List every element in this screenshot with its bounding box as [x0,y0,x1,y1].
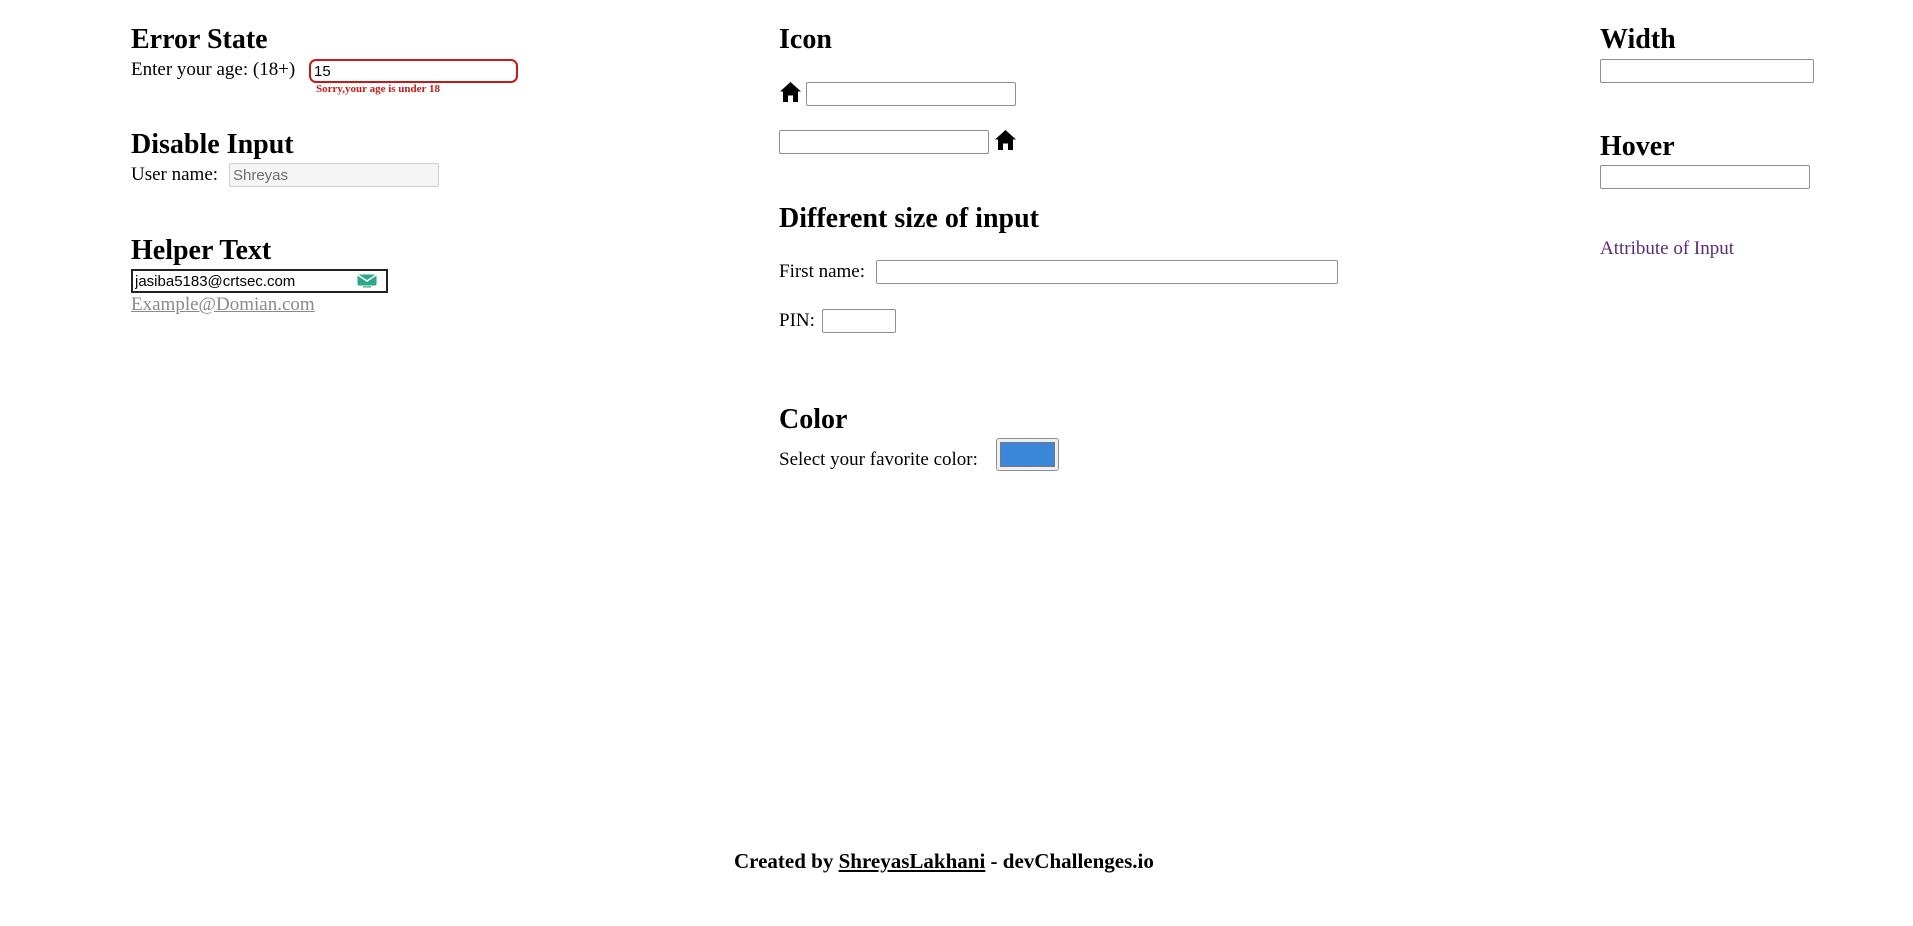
disable-input-title: Disable Input [131,129,294,160]
first-name-label: First name: [779,261,866,282]
footer-author-link[interactable]: ShreyasLakhani [839,849,986,873]
color-swatch-fill [1000,442,1055,467]
email-input[interactable] [133,272,347,290]
footer: Created by ShreyasLakhani - devChallenge… [734,849,1154,874]
icon-right-input[interactable] [779,130,989,154]
color-picker[interactable] [996,438,1059,471]
color-label: Select your favorite color: [779,449,978,470]
icon-left-input[interactable] [806,82,1016,106]
width-input[interactable] [1600,59,1814,83]
first-name-input[interactable] [876,260,1338,284]
pin-input[interactable] [822,309,896,333]
mail-icon [357,274,377,288]
footer-prefix: Created by [734,849,834,873]
footer-suffix: - devChallenges.io [990,849,1154,873]
username-input [229,163,439,187]
pin-label: PIN: [779,310,815,331]
different-size-title: Different size of input [779,203,1039,234]
age-error-message: Sorry,your age is under 18 [316,83,440,95]
width-title: Width [1600,24,1676,55]
icon-section-title: Icon [779,24,832,55]
hover-title: Hover [1600,131,1675,162]
age-label: Enter your age: (18+) [131,59,296,80]
attribute-of-input-link[interactable]: Attribute of Input [1600,238,1734,260]
email-field[interactable] [131,269,388,293]
helper-text-link[interactable]: Example@Domian.com [131,294,315,316]
color-title: Color [779,404,848,435]
hover-input[interactable] [1600,165,1810,189]
error-state-title: Error State [131,24,268,55]
home-icon [994,129,1017,151]
helper-text-title: Helper Text [131,235,272,266]
age-input[interactable] [309,59,518,83]
username-label: User name: [131,164,219,185]
home-icon [779,81,802,103]
